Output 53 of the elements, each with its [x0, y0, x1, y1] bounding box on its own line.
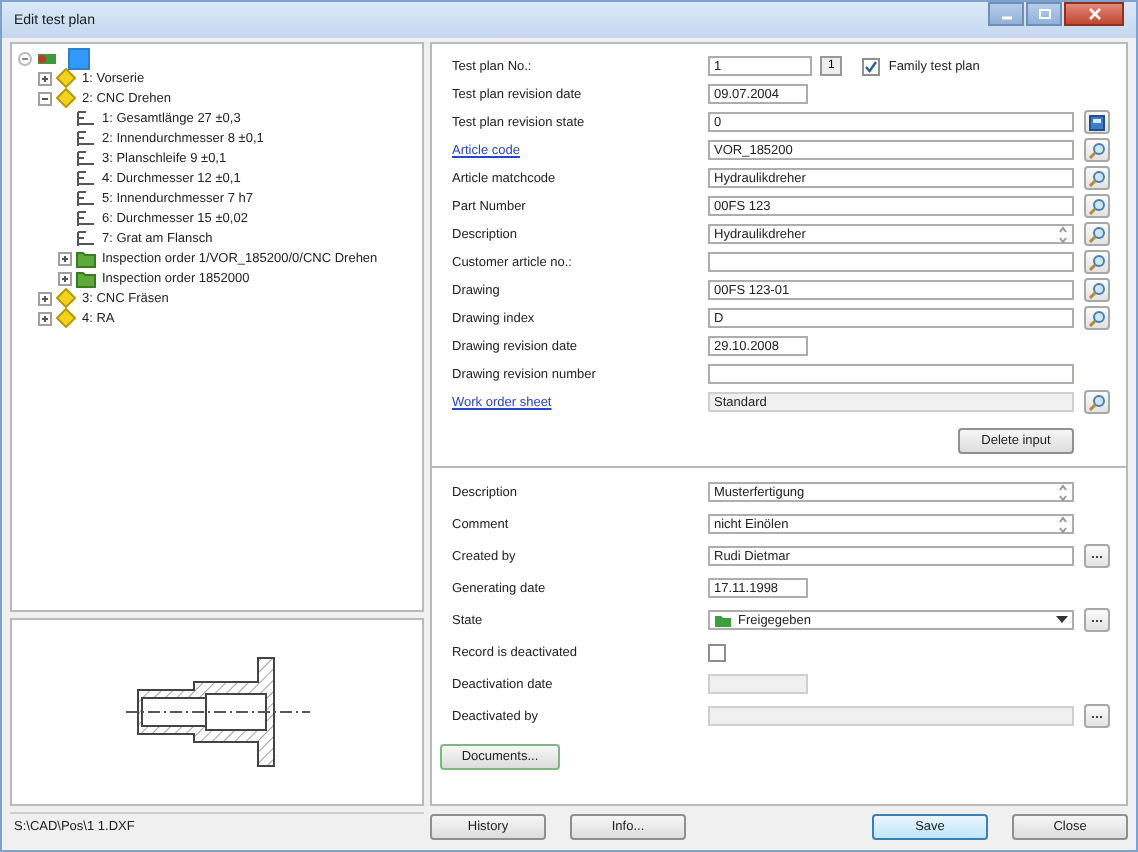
- collapse-icon[interactable]: [38, 91, 52, 105]
- ellipsis-icon: [1089, 713, 1103, 719]
- minimize-button[interactable]: [988, 2, 1024, 26]
- checkbox[interactable]: [708, 643, 726, 661]
- caliper-icon: [76, 129, 96, 147]
- text-field[interactable]: [708, 252, 1074, 272]
- expand-icon[interactable]: [38, 291, 52, 305]
- lookup-button[interactable]: [1083, 222, 1109, 246]
- magnifier-icon: [1087, 309, 1105, 327]
- maximize-button[interactable]: [1026, 2, 1062, 26]
- ellipsis-icon: [1089, 617, 1103, 623]
- scroll-arrows-icon[interactable]: [1058, 515, 1068, 533]
- magnifier-icon: [1087, 141, 1105, 159]
- browse-button[interactable]: [1083, 608, 1109, 632]
- scroll-arrows-icon[interactable]: [1058, 225, 1068, 243]
- lookup-button[interactable]: [1083, 138, 1109, 162]
- expand-icon[interactable]: [38, 311, 52, 325]
- lookup-button[interactable]: [1083, 278, 1109, 302]
- lookup-button[interactable]: [1083, 250, 1109, 274]
- ellipsis-icon: [1089, 553, 1103, 559]
- magnifier-icon: [1087, 169, 1105, 187]
- checkbox[interactable]: [862, 57, 881, 75]
- magnifier-icon: [1087, 393, 1105, 411]
- book-icon: [1087, 113, 1105, 131]
- magnifier-icon: [1087, 253, 1105, 271]
- maximize-icon: [1037, 8, 1051, 20]
- lookup-button[interactable]: [1083, 166, 1109, 190]
- tree-item[interactable]: [68, 47, 90, 69]
- collapse-icon[interactable]: [18, 51, 32, 65]
- expand-icon[interactable]: [58, 251, 72, 265]
- lookup-button[interactable]: [1083, 390, 1109, 414]
- magnifier-icon: [1087, 281, 1105, 299]
- book-button[interactable]: [1083, 110, 1109, 134]
- folder-icon: [714, 613, 732, 627]
- close-icon: [1087, 8, 1101, 20]
- caliper-icon: [76, 189, 96, 207]
- text-field[interactable]: [708, 364, 1074, 384]
- dropdown-arrow-icon: [1056, 616, 1068, 624]
- scroll-arrows-icon[interactable]: [1058, 483, 1068, 501]
- expand-icon[interactable]: [38, 71, 52, 85]
- close-button[interactable]: [1064, 2, 1124, 26]
- magnifier-icon: [1087, 197, 1105, 215]
- browse-button[interactable]: [1083, 704, 1109, 728]
- lookup-button[interactable]: [1083, 194, 1109, 218]
- caliper-icon: [76, 209, 96, 227]
- caliper-icon: [76, 229, 96, 247]
- caliper-icon: [76, 169, 96, 187]
- expand-icon[interactable]: [58, 271, 72, 285]
- browse-button[interactable]: [1083, 544, 1109, 568]
- caliper-icon: [76, 149, 96, 167]
- caliper-icon: [76, 109, 96, 127]
- lookup-button[interactable]: [1083, 306, 1109, 330]
- magnifier-icon: [1087, 225, 1105, 243]
